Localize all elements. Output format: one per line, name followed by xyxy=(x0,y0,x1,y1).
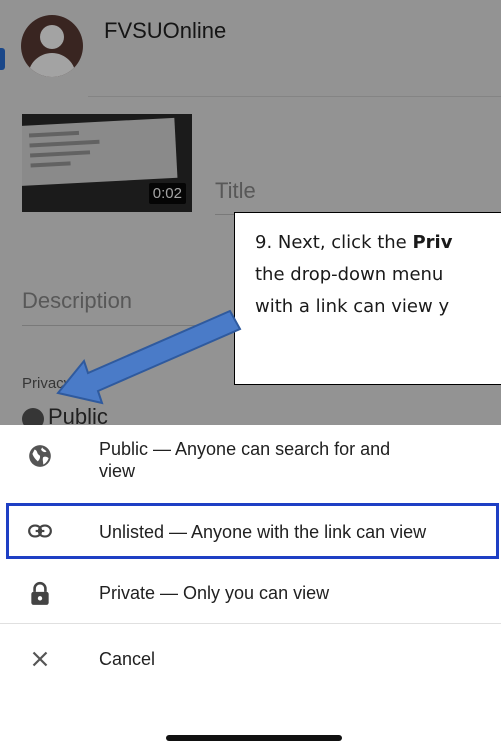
close-icon xyxy=(32,651,48,667)
privacy-option-private-label: Private — Only you can view xyxy=(99,583,330,603)
unlisted-highlight-box xyxy=(6,503,499,559)
privacy-option-public-label: Public — Anyone can search for and view xyxy=(99,439,391,481)
cancel-button[interactable]: Cancel xyxy=(0,628,501,688)
privacy-option-public[interactable]: Public — Anyone can search for and view xyxy=(0,425,501,496)
privacy-option-private[interactable]: Private — Only you can view xyxy=(0,563,501,623)
pointer-arrow-icon xyxy=(56,309,242,405)
lock-icon xyxy=(31,581,49,605)
callout-bold: Priv xyxy=(412,232,453,253)
callout-line-1: 9. Next, click the Priv xyxy=(255,232,453,253)
globe-icon xyxy=(29,445,51,467)
callout-line-3: with a link can view y xyxy=(255,296,450,317)
sheet-divider xyxy=(0,623,501,624)
tutorial-callout: 9. Next, click the Priv the drop-down me… xyxy=(234,212,501,385)
privacy-bottom-sheet: Public — Anyone can search for and view … xyxy=(0,425,501,752)
home-indicator[interactable] xyxy=(166,735,342,741)
callout-line-2: the drop-down menu xyxy=(255,264,444,285)
cancel-label: Cancel xyxy=(99,649,156,669)
